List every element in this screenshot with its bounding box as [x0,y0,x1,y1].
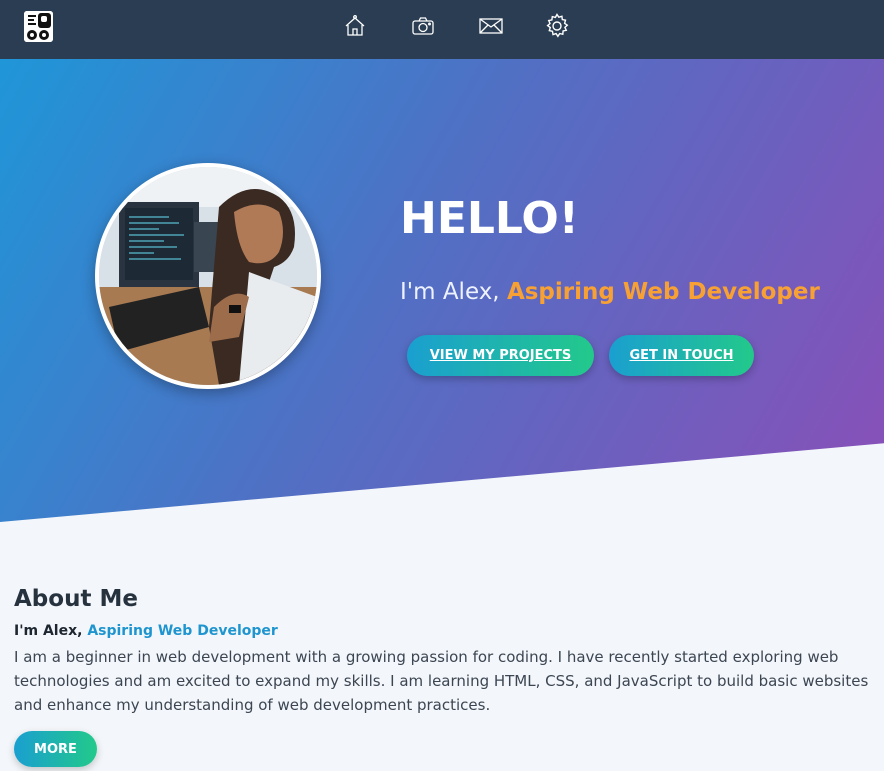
hero-intro: I'm Alex, [400,279,507,305]
camera-icon[interactable] [410,13,436,39]
brand-logo[interactable] [24,11,53,42]
about-title: About Me [14,586,138,612]
hero-role: Aspiring Web Developer [506,279,820,305]
view-projects-button[interactable]: VIEW MY PROJECTS [407,335,594,376]
gear-icon[interactable] [544,13,570,39]
get-in-touch-button[interactable]: GET IN TOUCH [609,335,754,376]
mail-icon[interactable] [478,13,504,39]
about-intro-name: I'm Alex, [14,623,88,639]
hero-subtitle: I'm Alex, Aspiring Web Developer [400,279,820,305]
about-intro: I'm Alex, Aspiring Web Developer [14,623,278,639]
about-role: Aspiring Web Developer [87,623,278,639]
hero-title: HELLO! [400,193,579,244]
home-icon[interactable] [342,13,368,39]
about-text: I am a beginner in web development with … [14,648,869,714]
top-navbar [0,0,884,59]
profile-photo [95,163,321,389]
more-button[interactable]: MORE [14,731,97,767]
